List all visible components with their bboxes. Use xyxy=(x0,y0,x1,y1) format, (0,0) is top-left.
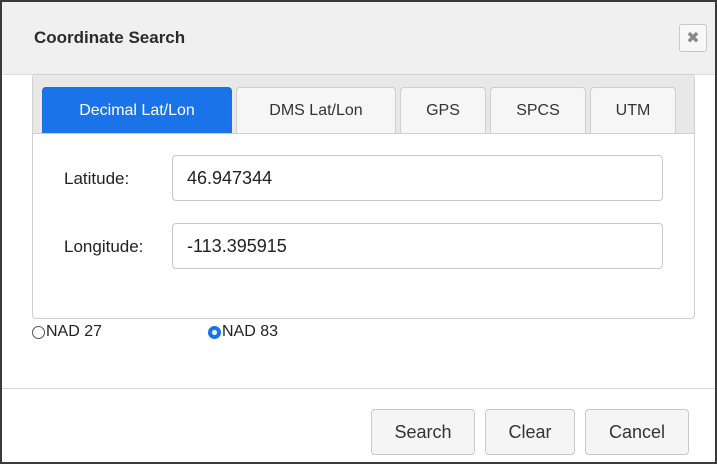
tab-utm[interactable]: UTM xyxy=(590,87,676,133)
tab-spcs[interactable]: SPCS xyxy=(490,87,586,133)
radio-checked-icon xyxy=(208,325,221,339)
coordinate-search-dialog: Coordinate Search ✖ Decimal Lat/Lon DMS … xyxy=(0,0,717,464)
cancel-button[interactable]: Cancel xyxy=(585,409,689,455)
nad83-radio[interactable]: NAD 83 xyxy=(208,323,278,341)
footer-divider xyxy=(2,388,715,389)
nad83-label: NAD 83 xyxy=(222,323,279,340)
tab-decimal-lat-lon[interactable]: Decimal Lat/Lon xyxy=(42,87,232,133)
tab-dms-lat-lon[interactable]: DMS Lat/Lon xyxy=(236,87,396,133)
close-button[interactable]: ✖ xyxy=(679,24,707,52)
longitude-label: Longitude: xyxy=(64,237,144,256)
latitude-label: Latitude: xyxy=(64,169,130,188)
nad27-radio[interactable]: NAD 27 xyxy=(32,323,102,341)
close-icon: ✖ xyxy=(686,28,700,47)
nad27-label: NAD 27 xyxy=(46,323,103,340)
clear-button[interactable]: Clear xyxy=(485,409,575,455)
radio-unchecked-icon xyxy=(32,325,45,339)
dialog-titlebar: Coordinate Search ✖ xyxy=(2,2,715,75)
coordinate-panel: Decimal Lat/Lon DMS Lat/Lon GPS SPCS UTM… xyxy=(32,74,695,319)
latitude-input[interactable] xyxy=(172,155,663,201)
coordinate-type-tabs: Decimal Lat/Lon DMS Lat/Lon GPS SPCS UTM xyxy=(33,75,694,134)
longitude-input[interactable] xyxy=(172,223,663,269)
tab-gps[interactable]: GPS xyxy=(400,87,486,133)
search-button[interactable]: Search xyxy=(371,409,475,455)
dialog-title: Coordinate Search xyxy=(34,28,186,47)
